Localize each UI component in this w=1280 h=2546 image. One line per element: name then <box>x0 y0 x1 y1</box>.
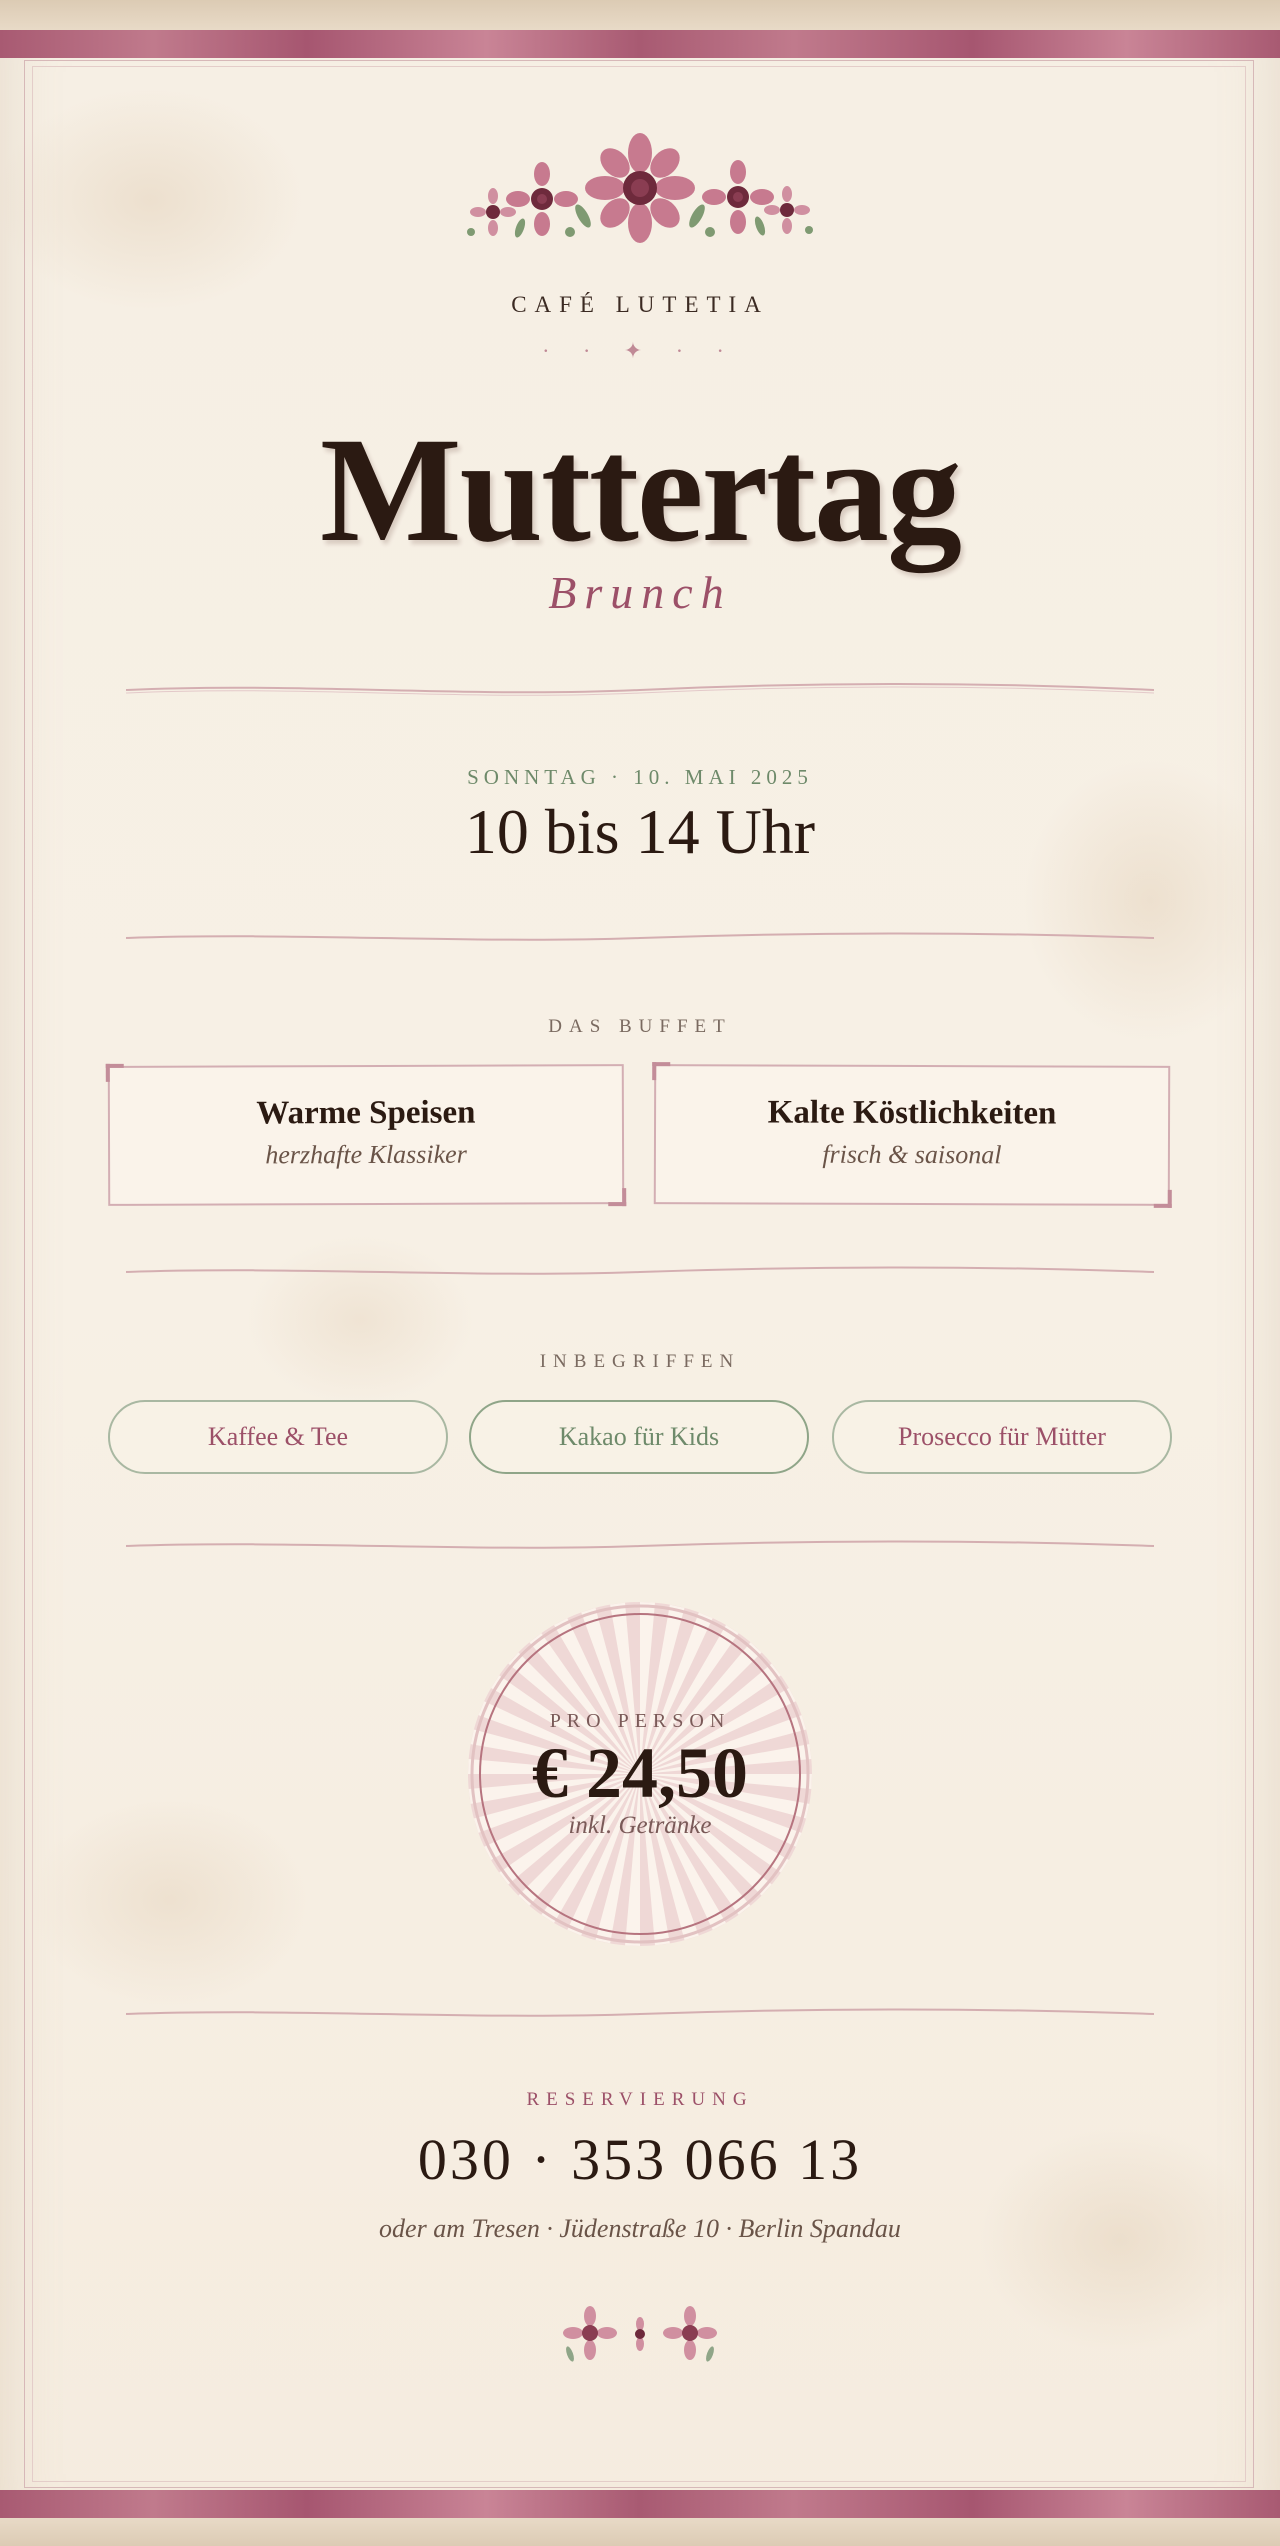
buffet-card-subtitle: herzhafte Klassiker <box>265 1139 467 1170</box>
wave-divider <box>126 932 1154 941</box>
price-amount: € 24,50 <box>532 1733 748 1813</box>
bottom-edge <box>0 2518 1280 2546</box>
section-label-reservation: RESERVIERUNG <box>526 2089 754 2110</box>
top-edge <box>0 0 1280 30</box>
buffet-card-title: Warme Speisen <box>256 1094 476 1132</box>
top-decorative-band <box>0 30 1280 58</box>
buffet-card-cold: Kalte Köstlichkeiten frisch & saisonal <box>652 1062 1172 1208</box>
page-title: Muttertag <box>319 407 962 573</box>
wave-divider <box>126 2008 1154 2017</box>
reservation-address: oder am Tresen · Jüdenstraße 10 · Berlin… <box>379 2214 901 2243</box>
event-time: 10 bis 14 Uhr <box>464 796 816 867</box>
page-subtitle: Brunch <box>548 567 732 618</box>
card-corner <box>1153 1189 1172 1208</box>
cafe-name: CAFÉ LUTETIA <box>511 292 769 317</box>
card-corner <box>608 1188 627 1207</box>
price-label: PRO PERSON <box>549 1710 731 1732</box>
card-corner <box>652 1062 671 1081</box>
wave-divider <box>126 683 1154 696</box>
wave-divider <box>126 1266 1154 1275</box>
buffet-card-subtitle: frisch & saisonal <box>822 1139 1002 1170</box>
included-item-prosecco: Prosecco für Mütter <box>832 1400 1172 1474</box>
buffet-card-warm: Warme Speisen herzhafte Klassiker <box>105 1063 627 1207</box>
wave-divider <box>126 1540 1154 1549</box>
buffet-card-title: Kalte Köstlichkeiten <box>767 1094 1057 1132</box>
card-corner <box>105 1063 124 1082</box>
price-note: inkl. Getränke <box>568 1812 712 1839</box>
section-label-buffet: DAS BUFFET <box>548 1016 732 1037</box>
event-date: SONNTAG · 10. MAI 2025 <box>467 765 813 789</box>
ornament-divider: · · ✦ · · <box>542 338 738 363</box>
small-flower-garland-icon <box>563 2306 717 2362</box>
section-label-included: INBEGRIFFEN <box>539 1351 741 1372</box>
poster: CAFÉ LUTETIA · · ✦ · · Muttertag Brunch … <box>0 0 1280 2546</box>
included-item-coffee: Kaffee & Tee <box>108 1400 448 1474</box>
included-item-cocoa: Kakao für Kids <box>469 1400 809 1474</box>
reservation-phone: 030 · 353 066 13 <box>417 2127 863 2192</box>
flower-garland-icon <box>467 133 813 243</box>
bottom-decorative-band <box>0 2490 1280 2518</box>
